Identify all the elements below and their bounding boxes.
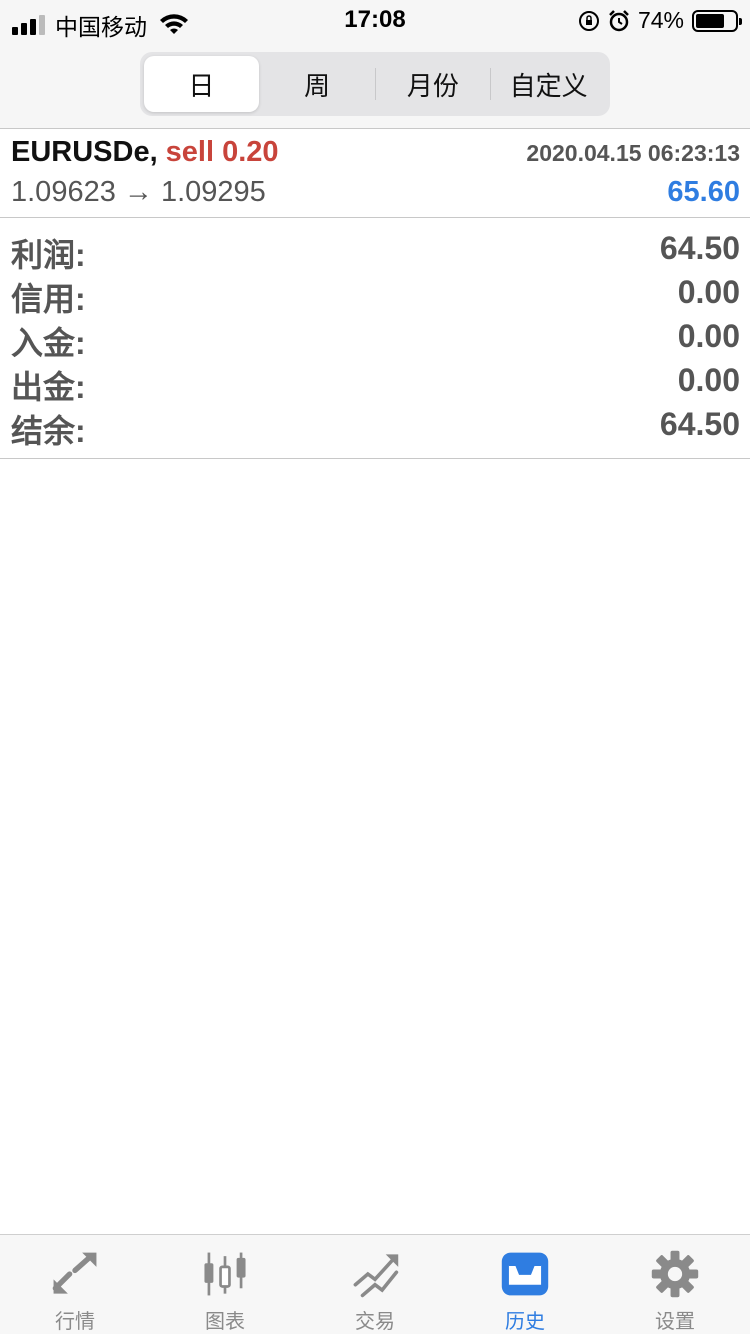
summary-value: 0.00 — [677, 318, 740, 354]
summary-divider — [0, 458, 750, 459]
tab-label: 历史 — [505, 1311, 545, 1333]
summary-row-balance: 结余: 64.50 — [0, 404, 750, 449]
tab-chart[interactable]: 图表 — [150, 1235, 300, 1334]
trade-symbol: EURUSDe, — [11, 136, 158, 168]
segment-day[interactable]: 日 — [144, 56, 259, 112]
summary-value: 64.50 — [659, 230, 740, 266]
tab-bar: 行情 图表 交易 历史 设置 — [0, 1234, 750, 1334]
summary-row-deposit: 入金: 0.00 — [0, 316, 750, 361]
battery-icon — [692, 9, 742, 32]
summary-row-withdrawal: 出金: 0.00 — [0, 360, 750, 405]
trade-divider — [0, 217, 750, 218]
tab-label: 图表 — [205, 1311, 245, 1333]
trade-prices: 1.09623 → 1.09295 — [11, 176, 266, 208]
tab-settings[interactable]: 设置 — [600, 1235, 750, 1334]
trade-profit: 65.60 — [667, 176, 740, 208]
period-segmented-control: 日 周 月份 自定义 — [140, 52, 610, 116]
tab-label: 交易 — [355, 1311, 395, 1333]
trade-side: sell 0.20 — [165, 136, 279, 168]
summary-row-credit: 信用: 0.00 — [0, 272, 750, 317]
trade-icon — [353, 1254, 399, 1298]
summary-label: 出金: — [11, 369, 86, 405]
tab-history[interactable]: 历史 — [450, 1235, 600, 1334]
summary-value: 0.00 — [677, 274, 740, 310]
summary-value: 64.50 — [659, 406, 740, 442]
tab-trade[interactable]: 交易 — [300, 1235, 450, 1334]
summary-panel: 利润: 64.50 信用: 0.00 入金: 0.00 出金: 0.00 结余:… — [0, 228, 750, 449]
tab-label: 行情 — [55, 1311, 95, 1333]
segment-week[interactable]: 周 — [260, 56, 375, 112]
trade-symbol-line: EURUSDe, sell 0.20 — [11, 136, 279, 169]
battery-percent: 74% — [637, 7, 684, 33]
period-header: 日 周 月份 自定义 — [0, 40, 750, 128]
trade-row[interactable]: EURUSDe, sell 0.20 2020.04.15 06:23:13 1.… — [0, 128, 750, 218]
summary-label: 结余: — [11, 413, 86, 449]
summary-value: 0.00 — [677, 362, 740, 398]
tab-quotes[interactable]: 行情 — [0, 1235, 150, 1334]
summary-row-profit: 利润: 64.50 — [0, 228, 750, 273]
tab-label: 设置 — [655, 1311, 695, 1333]
settings-icon — [651, 1250, 699, 1298]
quotes-icon — [52, 1252, 97, 1294]
segment-month[interactable]: 月份 — [376, 56, 491, 112]
history-icon — [501, 1252, 549, 1296]
chart-icon — [204, 1252, 246, 1296]
status-bar: 中国移动 17:08 74% — [0, 0, 750, 40]
orientation-lock-icon — [578, 10, 599, 31]
alarm-icon — [609, 9, 629, 31]
summary-label: 入金: — [11, 325, 86, 361]
status-right: 74% — [578, 7, 742, 34]
summary-label: 信用: — [11, 281, 86, 317]
summary-label: 利润: — [11, 237, 86, 273]
trade-datetime: 2020.04.15 06:23:13 — [526, 140, 740, 166]
segment-custom[interactable]: 自定义 — [491, 56, 606, 112]
